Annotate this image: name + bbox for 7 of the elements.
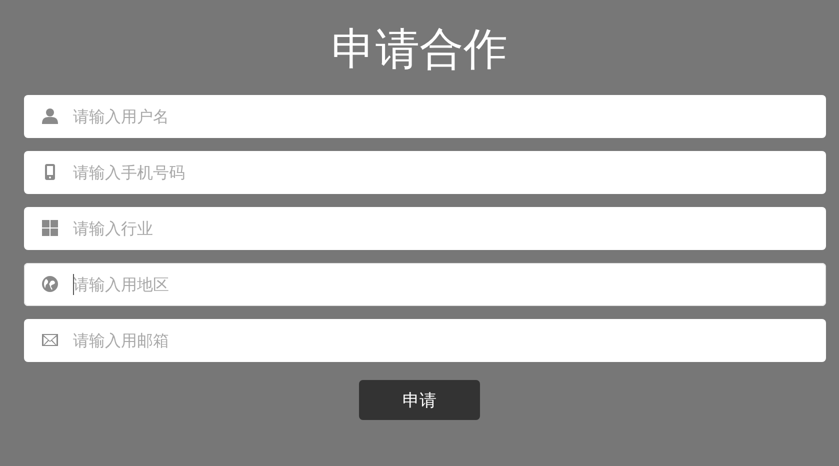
page-title: 申请合作: [332, 23, 508, 77]
input-field[interactable]: 请输入手机号码: [24, 151, 826, 194]
input-field[interactable]: 请输入用邮箱: [24, 319, 826, 362]
apply-button[interactable]: 申请: [359, 380, 480, 420]
input-field[interactable]: 请输入行业: [24, 207, 826, 250]
input-field[interactable]: 请输入用户名: [24, 95, 826, 138]
input-field[interactable]: 请输入用地区: [24, 263, 826, 306]
